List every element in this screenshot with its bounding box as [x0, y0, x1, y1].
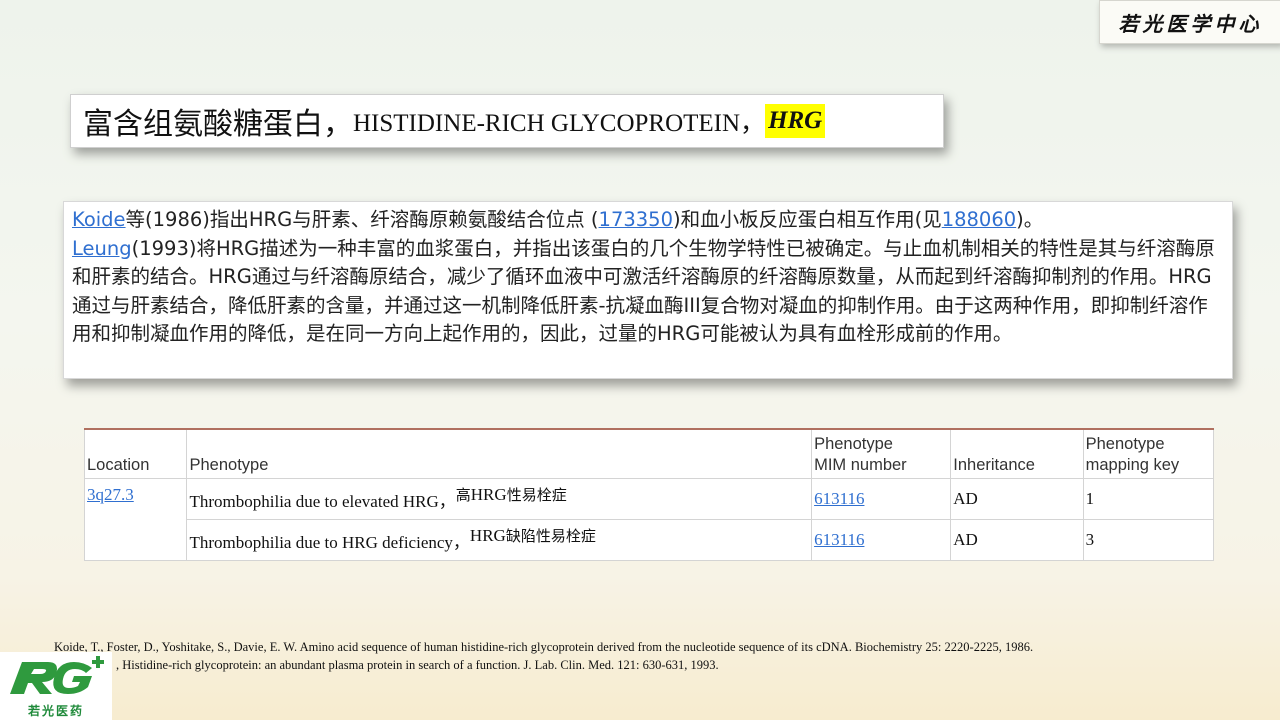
phenotype-cell: Thrombophilia due to elevated HRG，高HRG性易… — [186, 478, 813, 520]
paragraph-text-1: 等(1986)指出HRG与肝素、纤溶酶原赖氨酸结合位点 ( — [125, 208, 599, 231]
company-logo: 若光医药 — [0, 652, 112, 720]
leung-link[interactable]: Leung — [72, 237, 132, 260]
phenotype-chinese: 高HRG性易栓症 — [455, 484, 567, 504]
mim-173350-link[interactable]: 173350 — [599, 208, 673, 231]
phenotype-table: Location Phenotype Phenotype MIM number I… — [83, 428, 1215, 561]
mim-cell: 613116 — [811, 478, 952, 520]
mim-188060-link[interactable]: 188060 — [942, 208, 1016, 231]
references: Koide, T., Foster, D., Yoshitake, S., Da… — [54, 638, 1264, 674]
logo-text: 若光医药 — [27, 704, 84, 718]
rg-logo-icon — [10, 656, 104, 694]
inheritance-cell: AD — [950, 478, 1084, 520]
header-location: Location — [83, 428, 188, 479]
title-chinese: 富含组氨酸糖蛋白， — [83, 107, 353, 142]
location-link[interactable]: 3q27.3 — [87, 485, 134, 504]
mim-link[interactable]: 613116 — [814, 489, 864, 508]
paragraph-text-2: )和血小板反应蛋白相互作用(见 — [672, 208, 942, 231]
mim-link[interactable]: 613116 — [814, 530, 864, 549]
table-header-row: Location Phenotype Phenotype MIM number I… — [83, 428, 1215, 479]
header-inheritance: Inheritance — [950, 428, 1084, 479]
brand-label: 若光医学中心 — [1099, 0, 1280, 44]
header-mim-number: Phenotype MIM number — [811, 428, 952, 479]
mapping-key-cell: 3 — [1082, 519, 1215, 561]
title-abbreviation: HRG — [765, 104, 826, 138]
mapping-key-cell: 1 — [1082, 478, 1215, 520]
title-english: HISTIDINE-RICH GLYCOPROTEIN， — [353, 110, 766, 137]
table-row: Thrombophilia due to HRG deficiency，HRG缺… — [85, 519, 1215, 561]
koide-link[interactable]: Koide — [72, 208, 126, 231]
reference-koide: Koide, T., Foster, D., Yoshitake, S., Da… — [54, 640, 1034, 654]
mim-cell: 613116 — [811, 519, 952, 561]
phenotype-chinese: HRG缺陷性易栓症 — [469, 525, 596, 545]
slide-title: 富含组氨酸糖蛋白， HISTIDINE-RICH GLYCOPROTEIN， H… — [70, 94, 944, 148]
paragraph-text-3: )。 — [1016, 208, 1044, 231]
inheritance-cell: AD — [950, 519, 1084, 561]
header-mapping-key: Phenotype mapping key — [1082, 428, 1215, 479]
description-paragraph: Koide等(1986)指出HRG与肝素、纤溶酶原赖氨酸结合位点 (173350… — [63, 201, 1233, 379]
location-cell: 3q27.3 — [83, 478, 188, 561]
paragraph-text-4: (1993)将HRG描述为一种丰富的血浆蛋白，并指出该蛋白的几个生物学特性已被确… — [72, 236, 1215, 346]
table-row: 3q27.3 Thrombophilia due to elevated HRG… — [83, 478, 1215, 561]
reference-leung: , Histidine-rich glycoprotein: an abunda… — [116, 658, 719, 672]
header-phenotype: Phenotype — [186, 428, 813, 479]
phenotype-cell: Thrombophilia due to HRG deficiency，HRG缺… — [186, 519, 813, 561]
